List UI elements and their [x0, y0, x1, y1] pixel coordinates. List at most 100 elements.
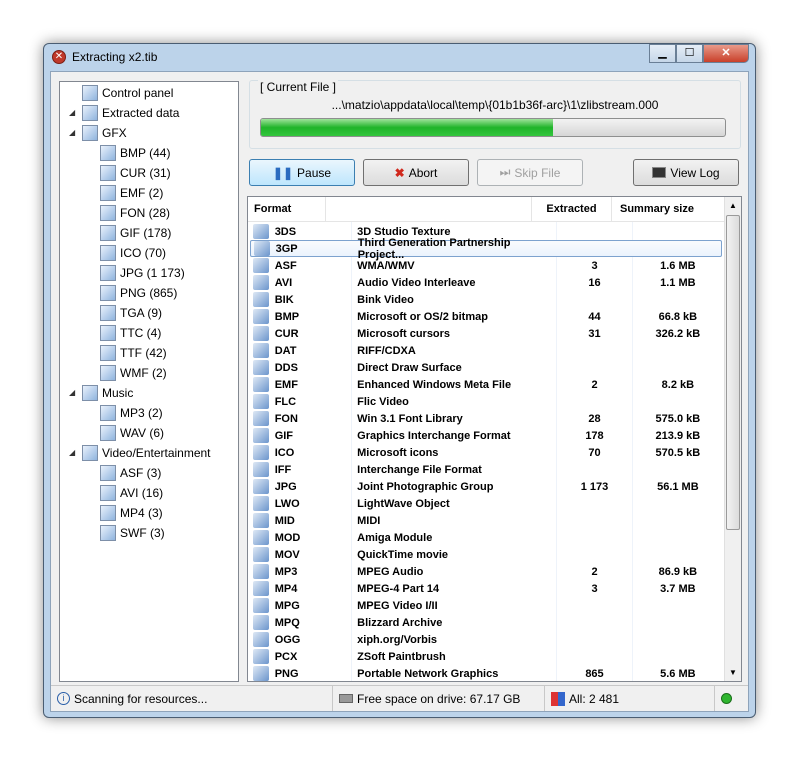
table-row[interactable]: LWO LightWave Object: [250, 495, 722, 512]
abort-button[interactable]: ✖ Abort: [363, 159, 469, 186]
format-cell: FON: [274, 412, 298, 425]
table-row[interactable]: OGG xiph.org/Vorbis: [250, 631, 722, 648]
tree-item[interactable]: Control panel: [82, 84, 173, 102]
file-format-icon: [253, 360, 269, 375]
tree-item-label: TTC (4): [120, 326, 162, 340]
table-row[interactable]: IFF Interchange File Format: [250, 461, 722, 478]
table-row[interactable]: PCX ZSoft Paintbrush: [250, 648, 722, 665]
tree-item[interactable]: MP4 (3): [100, 504, 163, 522]
tree-item[interactable]: BMP (44): [100, 144, 170, 162]
format-list[interactable]: Format Extracted Summary size 3DS 3D Stud…: [247, 196, 742, 682]
expand-icon[interactable]: ◢: [69, 448, 75, 457]
table-row[interactable]: FLC Flic Video: [250, 393, 722, 410]
view-log-button[interactable]: View Log: [633, 159, 739, 186]
format-cell: IFF: [274, 463, 292, 476]
expand-icon[interactable]: ◢: [69, 128, 75, 137]
expand-icon[interactable]: ◢: [69, 108, 75, 117]
scroll-up-arrow[interactable]: ▲: [725, 201, 741, 210]
column-extracted[interactable]: Extracted: [532, 197, 612, 221]
status-text: Scanning for resources...: [74, 691, 208, 706]
table-row[interactable]: PNG Portable Network Graphics 865 5.6 MB: [250, 665, 722, 681]
format-cell: JPG: [274, 480, 297, 493]
tree-item[interactable]: TTF (42): [100, 344, 167, 362]
table-row[interactable]: DDS Direct Draw Surface: [250, 359, 722, 376]
tree-item[interactable]: ASF (3): [100, 464, 161, 482]
table-row[interactable]: MOD Amiga Module: [250, 529, 722, 546]
scrollbar-thumb[interactable]: [726, 215, 740, 530]
table-row[interactable]: ASF WMA/WMV 3 1.6 MB: [250, 257, 722, 274]
description-cell: Flic Video: [357, 395, 409, 408]
all-count: All: 2 481: [569, 691, 620, 706]
table-row[interactable]: CUR Microsoft cursors 31 326.2 kB: [250, 325, 722, 342]
table-row[interactable]: EMF Enhanced Windows Meta File 2 8.2 kB: [250, 376, 722, 393]
extracted-cell: 3: [591, 259, 598, 272]
tree-item[interactable]: WMF (2): [100, 364, 167, 382]
tree-item[interactable]: GIF (178): [100, 224, 171, 242]
app-icon: ✕: [52, 50, 66, 64]
skip-icon: ⏭: [499, 165, 511, 179]
table-row[interactable]: DAT RIFF/CDXA: [250, 342, 722, 359]
table-row[interactable]: 3GP Third Generation Partnership Project.…: [250, 237, 722, 261]
format-cell: PCX: [274, 650, 298, 663]
description-cell: Blizzard Archive: [357, 616, 443, 629]
tree-item[interactable]: WAV (6): [100, 424, 164, 442]
column-summary-size[interactable]: Summary size: [612, 197, 702, 221]
tree-item[interactable]: Music: [82, 384, 133, 402]
description-cell: QuickTime movie: [357, 548, 449, 561]
tree-item[interactable]: GFX: [82, 124, 127, 142]
skip-file-button[interactable]: ⏭ Skip File: [477, 159, 583, 186]
pause-button[interactable]: ❚❚ Pause: [249, 159, 355, 186]
table-row[interactable]: MPG MPEG Video I/II: [250, 597, 722, 614]
description-cell: Joint Photographic Group: [357, 480, 494, 493]
description-cell: WMA/WMV: [357, 259, 415, 272]
table-row[interactable]: MID MIDI: [250, 512, 722, 529]
extracted-cell: 31: [588, 327, 601, 340]
tree-item[interactable]: SWF (3): [100, 524, 165, 542]
table-row[interactable]: MOV QuickTime movie: [250, 546, 722, 563]
format-cell: MPG: [274, 599, 300, 612]
scroll-down-arrow[interactable]: ▼: [725, 668, 741, 677]
description-cell: MPEG Video I/II: [357, 599, 438, 612]
tree-item[interactable]: TGA (9): [100, 304, 162, 322]
folder-icon: [100, 265, 116, 281]
table-row[interactable]: FON Win 3.1 Font Library 28 575.0 kB: [250, 410, 722, 427]
table-row[interactable]: BMP Microsoft or OS/2 bitmap 44 66.8 kB: [250, 308, 722, 325]
folder-icon: [100, 165, 116, 181]
file-format-icon: [253, 445, 269, 460]
file-format-icon: [253, 292, 269, 307]
list-scrollbar[interactable]: ▲ ▼: [724, 197, 741, 681]
tree-item[interactable]: Video/Entertainment: [82, 444, 211, 462]
tree-item[interactable]: PNG (865): [100, 284, 177, 302]
minimize-button[interactable]: ▁: [649, 44, 676, 63]
tree-item[interactable]: MP3 (2): [100, 404, 163, 422]
tree-item-label: Video/Entertainment: [102, 446, 211, 460]
table-row[interactable]: MP3 MPEG Audio 2 86.9 kB: [250, 563, 722, 580]
tree-item[interactable]: JPG (1 173): [100, 264, 185, 282]
tree-item[interactable]: ICO (70): [100, 244, 166, 262]
tree-item[interactable]: FON (28): [100, 204, 170, 222]
table-row[interactable]: AVI Audio Video Interleave 16 1.1 MB: [250, 274, 722, 291]
description-cell: Graphics Interchange Format: [357, 429, 511, 442]
file-format-icon: [253, 632, 269, 647]
table-row[interactable]: MP4 MPEG-4 Part 14 3 3.7 MB: [250, 580, 722, 597]
table-row[interactable]: JPG Joint Photographic Group 1 173 56.1 MB: [250, 478, 722, 495]
tree-item[interactable]: EMF (2): [100, 184, 163, 202]
format-cell: DAT: [274, 344, 297, 357]
table-row[interactable]: BIK Bink Video: [250, 291, 722, 308]
maximize-button[interactable]: ☐: [676, 44, 703, 63]
tree-item[interactable]: TTC (4): [100, 324, 161, 342]
column-format[interactable]: Format: [248, 197, 326, 221]
tree-item[interactable]: CUR (31): [100, 164, 171, 182]
drive-icon: [339, 694, 353, 703]
table-row[interactable]: MPQ Blizzard Archive: [250, 614, 722, 631]
tree-item[interactable]: Extracted data: [82, 104, 179, 122]
expand-icon[interactable]: ◢: [69, 388, 75, 397]
tree-item[interactable]: AVI (16): [100, 484, 163, 502]
table-row[interactable]: ICO Microsoft icons 70 570.5 kB: [250, 444, 722, 461]
column-description[interactable]: [326, 197, 532, 221]
table-row[interactable]: GIF Graphics Interchange Format 178 213.9 k…: [250, 427, 722, 444]
tree-item-label: FON (28): [120, 206, 171, 220]
format-cell: PNG: [274, 667, 299, 680]
category-tree[interactable]: Control panel ◢ Extracted data ◢ GFX BMP (44)…: [59, 81, 239, 682]
close-button[interactable]: ✕: [703, 44, 749, 63]
